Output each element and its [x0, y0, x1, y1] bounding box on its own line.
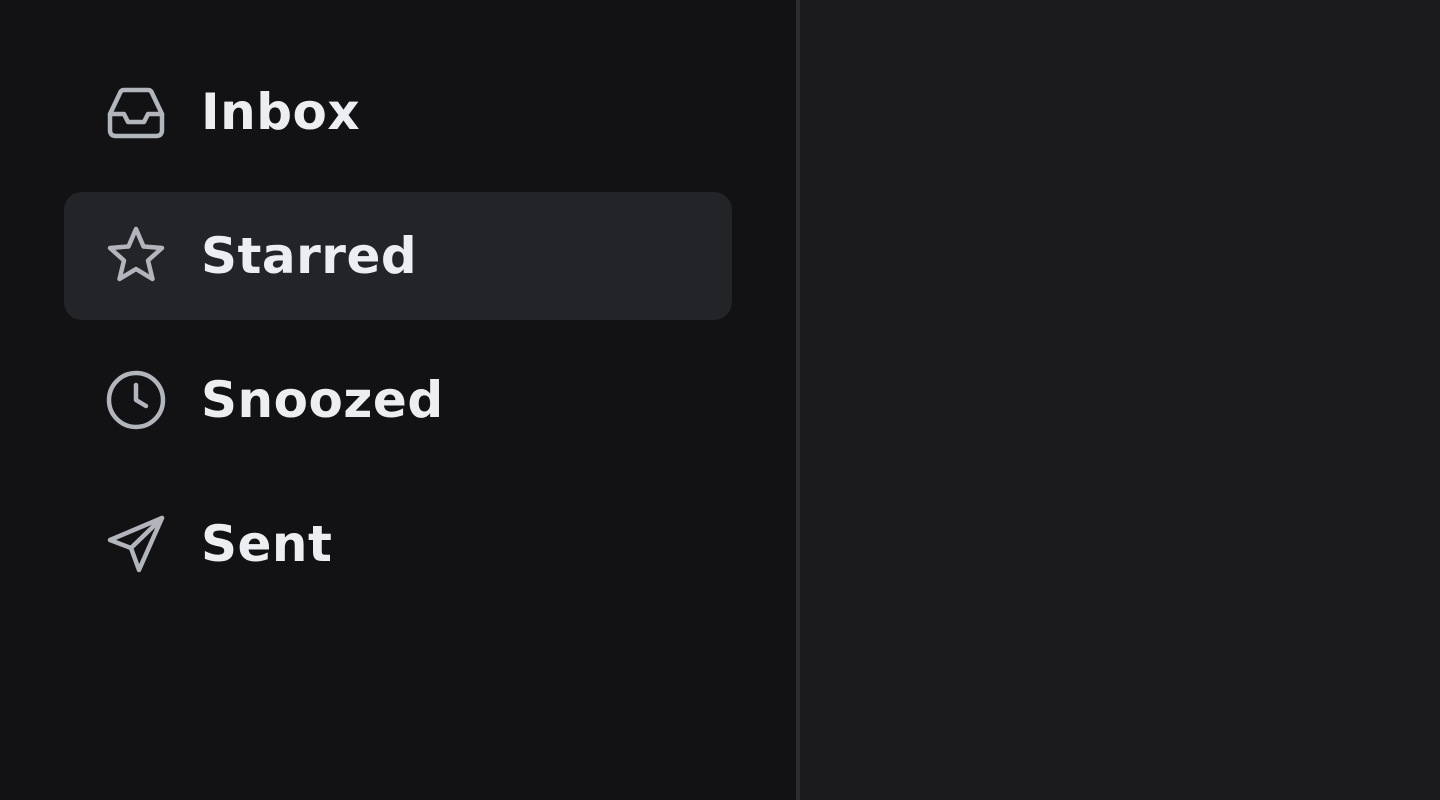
sidebar-item-label: Inbox: [201, 83, 361, 141]
inbox-icon: [104, 80, 168, 144]
mail-app: Inbox Starred Snoozed Sent: [0, 0, 1440, 800]
sidebar-item-snoozed[interactable]: Snoozed: [64, 336, 732, 464]
star-icon: [104, 224, 168, 288]
sidebar: Inbox Starred Snoozed Sent: [0, 0, 796, 800]
main-content-pane: [800, 0, 1440, 800]
sidebar-item-starred[interactable]: Starred: [64, 192, 732, 320]
send-icon: [104, 512, 168, 576]
sidebar-item-label: Snoozed: [201, 371, 444, 429]
sidebar-item-sent[interactable]: Sent: [64, 480, 732, 608]
sidebar-nav: Inbox Starred Snoozed Sent: [64, 48, 732, 624]
sidebar-item-label: Sent: [201, 515, 333, 573]
sidebar-item-label: Starred: [201, 227, 418, 285]
sidebar-item-inbox[interactable]: Inbox: [64, 48, 732, 176]
clock-icon: [104, 368, 168, 432]
